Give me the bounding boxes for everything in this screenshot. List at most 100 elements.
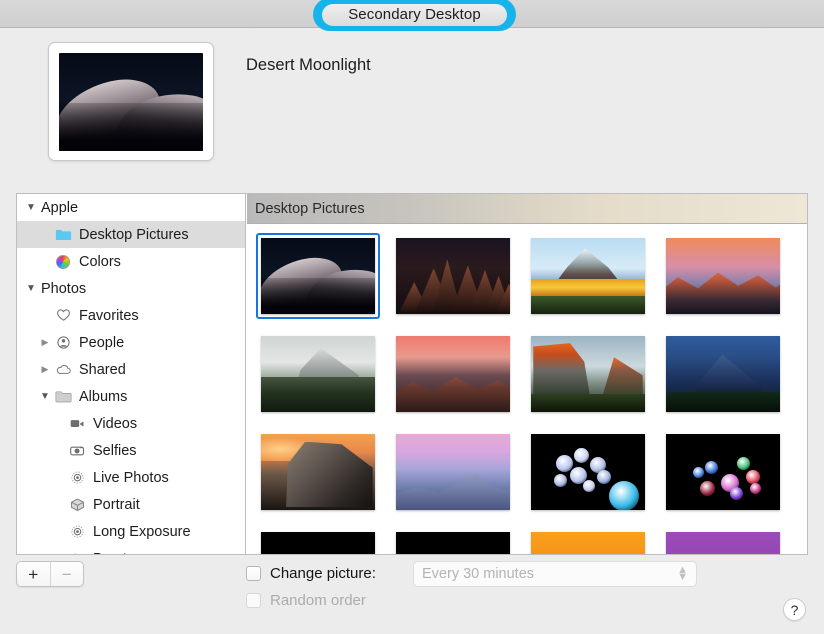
sidebar-item-label: Long Exposure (93, 524, 191, 540)
flower-dot (574, 448, 589, 463)
sidebar-item-desktop-pictures[interactable]: Desktop Pictures (17, 221, 245, 248)
flower-dot (609, 481, 639, 510)
wallpaper-thumbnail-image (531, 336, 645, 412)
sidebar-item-label: Colors (79, 254, 121, 270)
wallpaper-thumbnail-image (396, 336, 510, 412)
chevron-down-icon[interactable]: ▼ (37, 391, 53, 402)
wallpaper-thumbnail-image (666, 238, 780, 314)
wallpaper-thumbnail-image (396, 238, 510, 314)
chevron-down-icon[interactable]: ▼ (23, 283, 39, 294)
flower-dot (583, 480, 595, 492)
live-photo-icon (67, 469, 87, 487)
wallpaper-thumbnail[interactable] (526, 331, 650, 417)
wallpaper-thumbnail[interactable] (391, 233, 515, 319)
wallpaper-thumbnail[interactable] (661, 233, 785, 319)
sidebar-item-apple[interactable]: ▼Apple (17, 194, 245, 221)
add-folder-button[interactable]: + (17, 562, 51, 586)
blue-folder-icon (53, 226, 73, 244)
sidebar-item-label: Photos (41, 281, 86, 297)
sidebar-item-label: Live Photos (93, 470, 169, 486)
random-order-label: Random order (270, 592, 366, 609)
sidebar-item-live-photos[interactable]: Live Photos (17, 464, 245, 491)
art-layer (261, 377, 375, 412)
wallpaper-thumbnail[interactable] (256, 429, 380, 515)
current-wallpaper-preview[interactable] (48, 42, 214, 161)
wallpaper-thumbnail[interactable] (526, 233, 650, 319)
wallpaper-thumbnail-image (396, 532, 510, 554)
gallery-pane: Desktop Pictures (247, 194, 807, 554)
video-camera-icon (67, 415, 87, 433)
flower-dot (737, 457, 750, 470)
cloud-icon (53, 361, 73, 379)
person-circle-icon (53, 334, 73, 352)
gallery-header-label: Desktop Pictures (255, 201, 365, 217)
gallery-scroll-area[interactable] (247, 225, 807, 554)
sidebar-item-albums[interactable]: ▼Albums (17, 383, 245, 410)
help-button[interactable]: ? (783, 598, 806, 621)
change-picture-checkbox[interactable] (246, 566, 261, 581)
sidebar-item-label: Shared (79, 362, 126, 378)
wallpaper-preview-image (59, 53, 203, 151)
change-picture-row[interactable]: Change picture: (246, 565, 376, 582)
wallpaper-thumbnail[interactable] (526, 429, 650, 515)
art-layer (396, 469, 510, 510)
chevron-right-icon[interactable]: ▶ (37, 364, 53, 375)
chevron-right-icon[interactable]: ▶ (37, 337, 53, 348)
sidebar-item-portrait[interactable]: Portrait (17, 491, 245, 518)
wallpaper-thumbnail[interactable] (661, 429, 785, 515)
change-interval-popup[interactable]: Every 30 minutes ▲▼ (413, 561, 697, 587)
remove-folder-button[interactable]: − (51, 562, 84, 586)
sidebar-item-shared[interactable]: ▶ Shared (17, 356, 245, 383)
source-and-gallery-panel: ▼AppleDesktop PicturesColors▼PhotosFavor… (16, 193, 808, 555)
flower-dot (705, 461, 718, 474)
window-title-bar: Secondary Desktop (0, 0, 824, 28)
wallpaper-thumbnail[interactable] (256, 331, 380, 417)
sidebar-item-bursts[interactable]: Bursts (17, 545, 245, 554)
wallpaper-thumbnail[interactable] (391, 527, 515, 554)
sidebar-item-photos[interactable]: ▼Photos (17, 275, 245, 302)
wallpaper-thumbnail[interactable] (391, 429, 515, 515)
secondary-desktop-highlight-pill: Secondary Desktop (313, 0, 516, 31)
live-photo-icon (67, 523, 87, 541)
art-layer (531, 296, 645, 314)
gray-folder-icon (53, 388, 73, 406)
wallpaper-thumbnail[interactable] (526, 527, 650, 554)
wallpaper-thumbnail-image (666, 532, 780, 554)
art-layer (396, 369, 510, 412)
change-picture-label: Change picture: (270, 565, 376, 582)
sidebar-item-videos[interactable]: Videos (17, 410, 245, 437)
source-sidebar[interactable]: ▼AppleDesktop PicturesColors▼PhotosFavor… (17, 194, 246, 554)
wallpaper-thumbnail[interactable] (391, 331, 515, 417)
flower-dot (750, 483, 761, 494)
sidebar-item-label: Desktop Pictures (79, 227, 189, 243)
random-order-checkbox[interactable] (246, 593, 261, 608)
sidebar-item-label: Favorites (79, 308, 139, 324)
add-remove-source-group[interactable]: + − (16, 561, 84, 587)
wallpaper-name-label: Desert Moonlight (246, 56, 371, 75)
random-order-row[interactable]: Random order (246, 592, 366, 609)
flower-dot (730, 487, 743, 500)
sidebar-item-favorites[interactable]: Favorites (17, 302, 245, 329)
art-layer (531, 394, 645, 412)
sidebar-item-label: Bursts (93, 551, 134, 555)
change-interval-value: Every 30 minutes (422, 566, 534, 582)
sidebar-item-long-exposure[interactable]: Long Exposure (17, 518, 245, 545)
wallpaper-thumbnail[interactable] (661, 331, 785, 417)
art-layer (531, 279, 645, 296)
art-layer (533, 342, 592, 397)
wallpaper-thumbnail[interactable] (661, 527, 785, 554)
color-wheel-icon (53, 253, 73, 271)
sidebar-item-colors[interactable]: Colors (17, 248, 245, 275)
flower-dot (554, 474, 567, 487)
wallpaper-thumbnail[interactable] (256, 527, 380, 554)
art-layer (286, 442, 373, 507)
flower-dot (597, 470, 611, 484)
art-layer (666, 267, 780, 314)
wallpaper-thumbnail-image (261, 434, 375, 510)
camera-icon (67, 442, 87, 460)
sidebar-item-people[interactable]: ▶People (17, 329, 245, 356)
sidebar-item-selfies[interactable]: Selfies (17, 437, 245, 464)
chevron-down-icon[interactable]: ▼ (23, 202, 39, 213)
wallpaper-thumbnail-image (531, 434, 645, 510)
wallpaper-thumbnail[interactable] (256, 233, 380, 319)
